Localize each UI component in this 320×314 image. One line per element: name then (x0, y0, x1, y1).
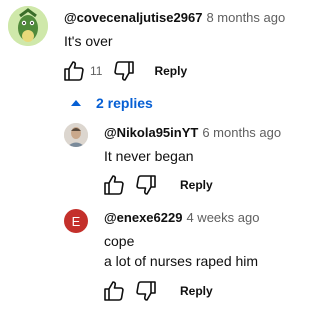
replies-count-label: 2 replies (96, 95, 153, 111)
replies-toggle[interactable]: 2 replies (68, 95, 153, 111)
comment-header: @covecenaljutise2967 8 months ago (64, 10, 285, 26)
person-photo-icon (64, 123, 88, 147)
author-name[interactable]: @enexe6229 (104, 210, 182, 225)
reply-header: @enexe6229 4 weeks ago (104, 210, 259, 226)
reply-text: It never began (104, 148, 194, 164)
author-name[interactable]: @covecenaljutise2967 (64, 10, 202, 25)
comment-timestamp[interactable]: 8 months ago (206, 10, 285, 25)
avatar[interactable]: E (64, 209, 88, 233)
reply-text-line: cope (104, 233, 135, 249)
thumbs-down-icon (136, 175, 156, 195)
thumbs-down-icon (136, 281, 156, 301)
like-button[interactable] (102, 173, 126, 197)
thumbs-up-icon (104, 281, 124, 301)
avatar[interactable] (8, 6, 48, 46)
lizard-avatar-icon (8, 6, 48, 46)
avatar-letter: E (71, 213, 81, 229)
reply-actions: Reply (102, 279, 213, 303)
comment-text: It's over (64, 33, 113, 49)
reply-button[interactable]: Reply (180, 284, 213, 298)
author-name[interactable]: @Nikola95inYT (104, 125, 198, 140)
reply-actions: Reply (102, 173, 213, 197)
reply-item: @Nikola95inYT 6 months ago It never began… (0, 115, 305, 199)
thumbs-up-icon (104, 175, 124, 195)
reply-button[interactable]: Reply (154, 64, 187, 78)
like-button[interactable] (102, 279, 126, 303)
comment-thread: @covecenaljutise2967 8 months ago It's ov… (0, 0, 305, 84)
reply-item: E @enexe6229 4 weeks ago cope a lot of nu… (0, 200, 305, 314)
reply-button[interactable]: Reply (180, 178, 213, 192)
thumbs-down-icon (114, 61, 135, 81)
dislike-button[interactable] (134, 173, 158, 197)
reply-text-line: a lot of nurses raped him (104, 253, 259, 269)
reply-timestamp[interactable]: 6 months ago (202, 125, 281, 140)
avatar[interactable] (64, 123, 88, 147)
chevron-up-icon (71, 100, 81, 106)
comment-actions: 11 Reply (62, 59, 187, 83)
reply-header: @Nikola95inYT 6 months ago (104, 125, 281, 141)
reply-timestamp[interactable]: 4 weeks ago (186, 210, 259, 225)
thumbs-up-icon (64, 61, 84, 81)
like-button[interactable] (62, 59, 86, 83)
like-count: 11 (90, 64, 103, 78)
dislike-button[interactable] (112, 59, 136, 83)
dislike-button[interactable] (134, 279, 158, 303)
